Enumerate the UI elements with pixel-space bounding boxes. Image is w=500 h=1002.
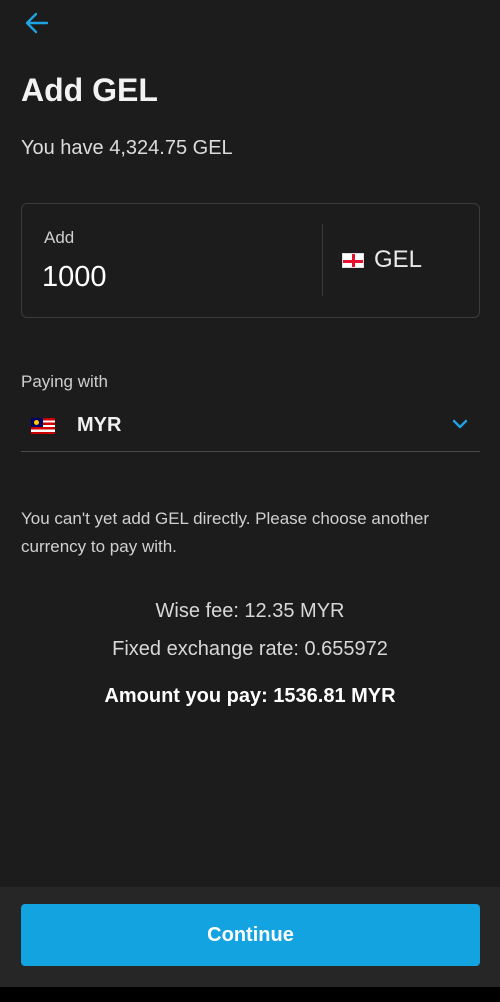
georgia-flag-icon	[342, 252, 364, 268]
chevron-down-icon	[452, 419, 468, 429]
exchange-rate-text: Fixed exchange rate: 0.655972	[112, 638, 388, 660]
system-nav-bar	[0, 987, 500, 1002]
fee-text: Wise fee: 12.35 MYR	[155, 600, 345, 622]
balance-text: You have 4,324.75 GEL	[21, 137, 233, 159]
amount-input[interactable]	[42, 256, 302, 298]
paying-with-label: Paying with	[21, 372, 108, 391]
paying-with-dropdown[interactable]: MYR	[21, 400, 480, 452]
currency-selector[interactable]: GEL	[342, 240, 422, 280]
divider	[322, 224, 323, 296]
arrow-left-icon	[25, 12, 49, 34]
malaysia-flag-icon	[31, 417, 55, 434]
currency-code: GEL	[374, 246, 423, 273]
amount-box: Add GEL	[21, 203, 480, 318]
continue-button[interactable]: Continue	[21, 904, 480, 966]
info-message: You can't yet add GEL directly. Please c…	[21, 509, 430, 556]
paying-currency-code: MYR	[77, 414, 122, 436]
page-title: Add GEL	[21, 72, 158, 108]
back-button[interactable]	[20, 8, 54, 38]
amount-label: Add	[44, 228, 75, 247]
total-amount-text: Amount you pay: 1536.81 MYR	[104, 685, 396, 707]
